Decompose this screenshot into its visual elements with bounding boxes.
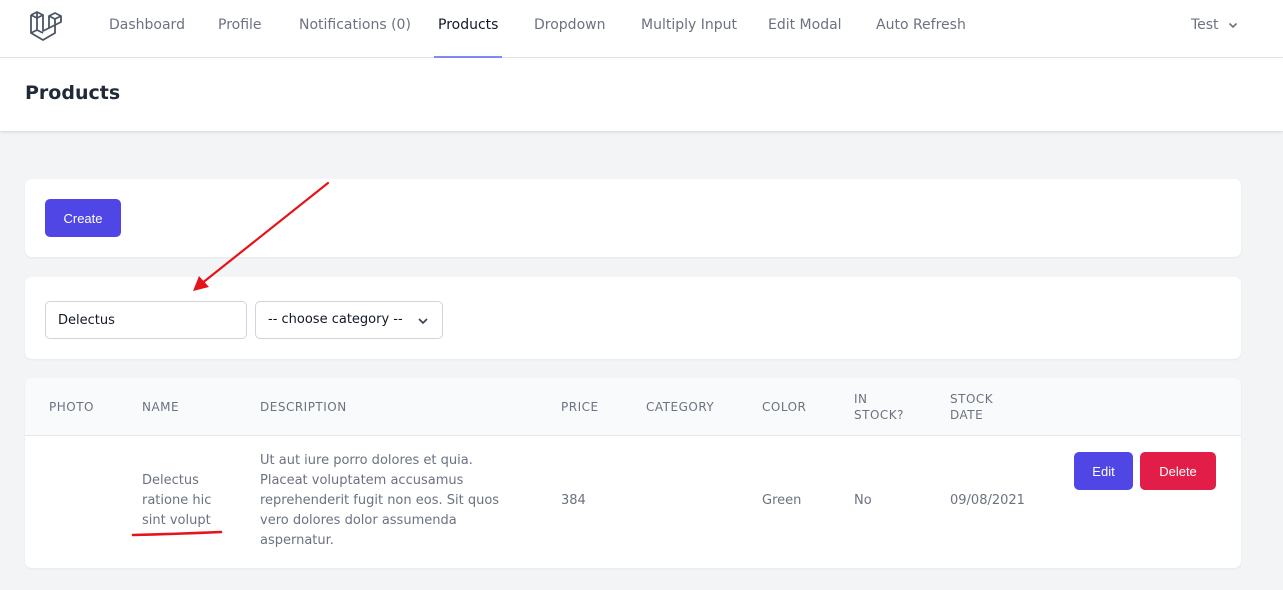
column-header-stock-date-line2: DATE: [950, 408, 984, 422]
nav-item-dashboard[interactable]: Dashboard: [109, 0, 185, 58]
column-header-stock-date: STOCK DATE: [950, 391, 993, 423]
nav-item-auto-refresh[interactable]: Auto Refresh: [876, 0, 966, 58]
user-name: Test: [1190, 17, 1219, 33]
page-title: Products: [25, 82, 121, 104]
filter-card: -- choose category --: [25, 277, 1241, 359]
delete-button[interactable]: Delete: [1140, 452, 1216, 490]
nav-item-dropdown[interactable]: Dropdown: [534, 0, 605, 58]
top-navbar: Dashboard Profile Notifications (0) Prod…: [0, 0, 1283, 58]
column-header-stock-date-line1: STOCK: [950, 392, 994, 406]
chevron-down-icon: [1228, 22, 1238, 29]
column-header-in-stock-line1: IN: [854, 392, 868, 406]
cell-description-line: aspernatur.: [260, 533, 334, 548]
products-table: PHOTO NAME DESCRIPTION PRICE CATEGORY CO…: [25, 378, 1241, 568]
cell-name: Delectus ratione hic sint volupt: [142, 471, 211, 531]
cell-price: 384: [561, 493, 586, 508]
table-header: PHOTO NAME DESCRIPTION PRICE CATEGORY CO…: [25, 378, 1241, 436]
cell-description-line: Ut aut iure porro dolores et quia.: [260, 453, 473, 468]
nav-item-notifications[interactable]: Notifications (0): [299, 0, 411, 58]
cell-name-line: ratione hic: [142, 493, 212, 508]
column-header-price: PRICE: [561, 400, 599, 414]
cell-name-line: sint volupt: [142, 513, 211, 528]
cell-description-line: vero dolores dolor assumenda: [260, 513, 457, 528]
cell-description-line: reprehenderit fugit non eos. Sit quos: [260, 493, 500, 508]
cell-description-line: Placeat voluptatem accusamus: [260, 473, 464, 488]
cell-name-line: Delectus: [142, 473, 199, 488]
column-header-photo: PHOTO: [49, 400, 94, 414]
page-header: Products: [0, 58, 1283, 131]
category-select-value: -- choose category --: [268, 312, 403, 327]
nav-item-profile[interactable]: Profile: [218, 0, 262, 58]
user-menu[interactable]: Test: [1191, 0, 1239, 50]
column-header-in-stock-line2: STOCK?: [854, 408, 905, 422]
chevron-down-icon: [418, 318, 428, 325]
column-header-name: NAME: [142, 400, 180, 414]
column-header-category: CATEGORY: [646, 400, 715, 414]
nav-item-edit-modal[interactable]: Edit Modal: [768, 0, 842, 58]
cell-color: Green: [762, 493, 802, 508]
nav-item-products[interactable]: Products: [434, 0, 503, 58]
edit-button[interactable]: Edit: [1074, 452, 1133, 490]
category-select[interactable]: -- choose category --: [255, 301, 443, 339]
cell-stock-date: 09/08/2021: [950, 493, 1025, 508]
create-card: Create: [25, 179, 1241, 257]
create-button[interactable]: Create: [45, 199, 121, 237]
cell-in-stock: No: [854, 493, 872, 508]
search-input[interactable]: [45, 301, 247, 339]
column-header-description: DESCRIPTION: [260, 400, 347, 414]
column-header-in-stock: IN STOCK?: [854, 391, 904, 423]
nav-item-multiply-input[interactable]: Multiply Input: [641, 0, 737, 58]
laravel-logo-icon[interactable]: [28, 8, 64, 44]
cell-description: Ut aut iure porro dolores et quia. Place…: [260, 451, 499, 551]
column-header-color: COLOR: [762, 400, 807, 414]
